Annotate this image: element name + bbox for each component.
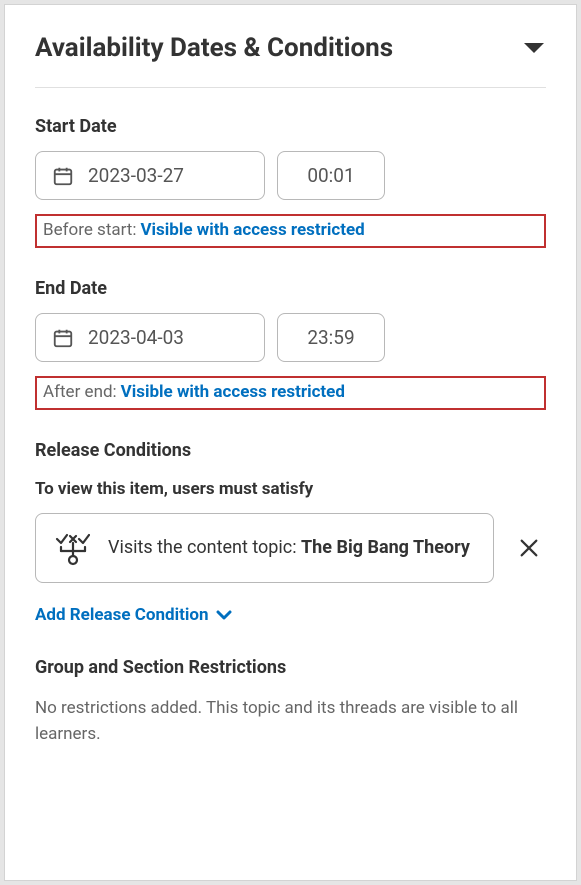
before-start-prefix: Before start: — [43, 220, 136, 240]
end-date-label: End Date — [35, 278, 546, 299]
collapse-toggle[interactable] — [522, 41, 546, 55]
release-condition-row: Visits the content topic: The Big Bang T… — [35, 513, 546, 583]
end-date-row: 2023-04-03 23:59 — [35, 313, 546, 362]
availability-panel: Availability Dates & Conditions Start Da… — [4, 4, 577, 881]
calendar-icon — [52, 165, 74, 187]
start-date-row: 2023-03-27 00:01 — [35, 151, 546, 200]
release-condition-card: Visits the content topic: The Big Bang T… — [35, 513, 494, 583]
start-date-value: 2023-03-27 — [88, 164, 184, 187]
chevron-down-icon — [216, 609, 232, 621]
end-time-input[interactable]: 23:59 — [277, 313, 385, 362]
start-date-section: Start Date 2023-03-27 00:01 Before start… — [35, 116, 546, 248]
release-conditions-subheading: To view this item, users must satisfy — [35, 479, 546, 499]
add-release-condition-button[interactable]: Add Release Condition — [35, 605, 232, 625]
panel-header: Availability Dates & Conditions — [35, 33, 546, 88]
after-end-prefix: After end: — [43, 382, 117, 402]
before-start-status-row: Before start: Visible with access restri… — [35, 214, 546, 248]
group-restrictions-empty: No restrictions added. This topic and it… — [35, 696, 546, 747]
group-restrictions-heading: Group and Section Restrictions — [35, 657, 546, 678]
start-time-value: 00:01 — [307, 164, 354, 187]
release-condition-icon — [54, 530, 90, 566]
end-date-value: 2023-04-03 — [88, 326, 184, 349]
group-restrictions-section: Group and Section Restrictions No restri… — [35, 657, 546, 747]
end-time-value: 23:59 — [307, 326, 354, 349]
before-start-link[interactable]: Visible with access restricted — [140, 220, 364, 240]
start-time-input[interactable]: 00:01 — [277, 151, 385, 200]
condition-prefix: Visits the content topic: — [108, 537, 301, 558]
remove-condition-button[interactable] — [512, 531, 546, 565]
release-conditions-heading: Release Conditions — [35, 440, 546, 461]
end-date-section: End Date 2023-04-03 23:59 After end: — [35, 278, 546, 410]
condition-name: The Big Bang Theory — [301, 537, 470, 558]
end-date-input[interactable]: 2023-04-03 — [35, 313, 265, 362]
after-end-link[interactable]: Visible with access restricted — [121, 382, 345, 402]
start-date-label: Start Date — [35, 116, 546, 137]
release-conditions-section: Release Conditions To view this item, us… — [35, 440, 546, 657]
start-date-input[interactable]: 2023-03-27 — [35, 151, 265, 200]
after-end-status-row: After end: Visible with access restricte… — [35, 376, 546, 410]
calendar-icon — [52, 327, 74, 349]
add-release-condition-label: Add Release Condition — [35, 605, 208, 625]
panel-title: Availability Dates & Conditions — [35, 33, 393, 63]
release-condition-text: Visits the content topic: The Big Bang T… — [108, 536, 470, 560]
